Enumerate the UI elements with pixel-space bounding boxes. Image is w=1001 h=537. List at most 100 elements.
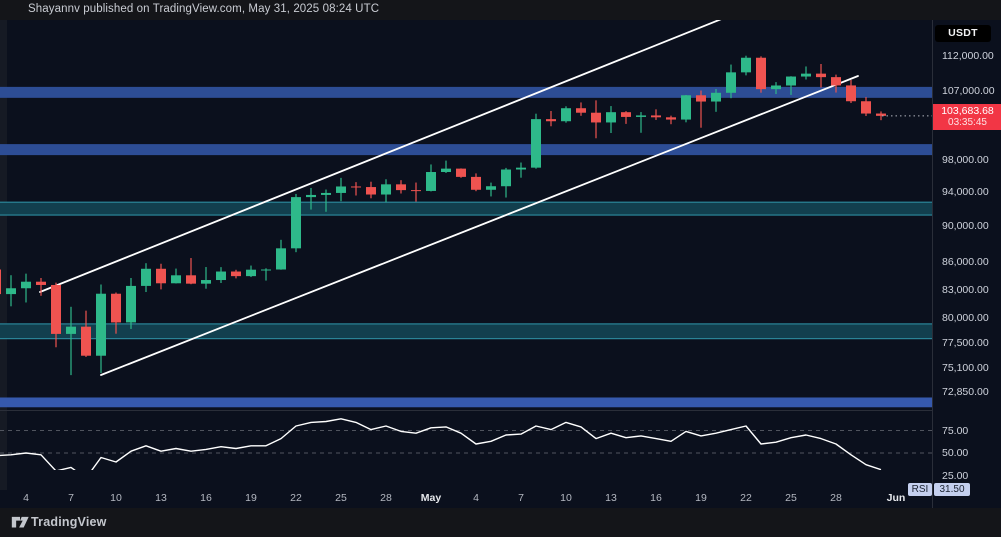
rsi-pane [0, 418, 932, 470]
time-tick-25: 25 [335, 492, 347, 504]
candle-apr-5 [36, 281, 46, 285]
time-tick-13: 13 [155, 492, 167, 504]
rsi-label: RSI [908, 483, 932, 497]
time-tick-7: 7 [68, 492, 74, 504]
chart-region[interactable]: USDT 103,683.68 03:35:45 112,000.00 107,0… [0, 20, 1001, 508]
candle-apr-26 [351, 186, 361, 188]
time-tick-22: 22 [290, 492, 302, 504]
candle-apr-12 [141, 268, 151, 286]
candle-may-4 [471, 176, 481, 190]
price-tick-112000: 112,000.00 [942, 49, 994, 62]
candle-may-6 [501, 169, 511, 187]
candle-may-1 [426, 172, 436, 191]
candle-apr-4 [21, 281, 31, 289]
candle-may-31 [876, 113, 886, 116]
candle-apr-17 [216, 271, 226, 281]
candle-may-15 [636, 115, 646, 117]
candle-may-13 [606, 112, 616, 123]
price-tick-94000: 94,000.00 [942, 186, 989, 199]
candle-apr-13 [156, 268, 166, 284]
rsi-tick-75: 75.00 [942, 424, 969, 437]
tradingview-brand-link[interactable]: TradingView [31, 515, 107, 529]
candle-apr-21 [276, 248, 286, 270]
candle-may-10 [561, 108, 571, 122]
candle-apr-23 [306, 194, 316, 198]
candle-may-17 [666, 117, 676, 120]
rsi-value: 31.50 [934, 483, 970, 497]
price-tick-83000: 83,000.00 [942, 283, 989, 296]
tradingview-logo-icon[interactable] [11, 515, 31, 531]
candle-may-12 [591, 112, 601, 123]
price-tick-75100: 75,100.00 [942, 361, 989, 374]
candle-may-28 [831, 77, 841, 86]
candle-may-25 [786, 76, 796, 86]
candle-may-21 [726, 72, 736, 93]
candle-apr-6 [51, 284, 61, 334]
time-tick-28: 28 [380, 492, 392, 504]
price-tick-77500: 77,500.00 [942, 337, 989, 350]
candle-apr-27 [366, 187, 376, 195]
candle-apr-29 [396, 184, 406, 191]
candle-apr-2 [0, 269, 1, 295]
candle-may-2 [441, 168, 451, 173]
last-price-label: 103,683.68 03:35:45 [933, 103, 1001, 130]
candle-may-18 [681, 95, 691, 120]
candle-may-14 [621, 112, 631, 117]
candle-may-29 [846, 85, 856, 102]
time-tick-22: 22 [740, 492, 752, 504]
time-tick-10: 10 [560, 492, 572, 504]
time-tick-16: 16 [200, 492, 212, 504]
price-tick-80000: 80,000.00 [942, 312, 989, 325]
candle-apr-7 [66, 326, 76, 334]
candle-apr-16 [201, 280, 211, 284]
price-tick-107000: 107,000.00 [942, 85, 995, 98]
time-tick-25: 25 [785, 492, 797, 504]
candle-may-23 [756, 57, 766, 90]
bar-countdown: 03:35:45 [948, 116, 987, 128]
candle-may-20 [711, 92, 721, 102]
candle-apr-10 [111, 293, 121, 323]
price-tick-98000: 98,000.00 [942, 153, 989, 166]
candle-may-16 [651, 115, 661, 118]
publish-header: Shayannv published on TradingView.com, M… [0, 0, 1001, 20]
time-tick-28: 28 [830, 492, 842, 504]
price-tick-90000: 90,000.00 [942, 220, 989, 233]
rsi-line [0, 418, 882, 470]
candle-apr-3 [6, 288, 16, 295]
last-price-value: 103,683.68 [941, 104, 994, 117]
price-axis[interactable]: USDT 103,683.68 03:35:45 112,000.00 107,0… [932, 20, 1001, 508]
candle-apr-22 [291, 197, 301, 249]
tradingview-published-chart: { "header": { "title": "Shayannv publish… [0, 0, 1001, 537]
sr-zone-teal [0, 201, 932, 216]
time-axis[interactable]: 4 7 10 13 16 19 22 25 28 May 4 7 10 13 16 19 22 25 28 Jun [0, 490, 932, 508]
candle-may-22 [741, 57, 751, 73]
time-tick-may: May [420, 492, 442, 504]
candle-may-9 [546, 119, 556, 122]
candlestick-plot[interactable] [0, 20, 932, 508]
candle-may-27 [816, 73, 826, 78]
time-tick-10: 10 [110, 492, 122, 504]
candle-may-30 [861, 101, 871, 114]
candle-apr-25 [336, 186, 346, 193]
candle-may-19 [696, 95, 706, 102]
candle-may-5 [486, 186, 496, 190]
rsi-tick-25: 25.00 [942, 469, 969, 482]
rsi-value-badge: RSI 31.50 [908, 483, 970, 497]
channel-upper-line[interactable] [39, 20, 734, 293]
candle-apr-20 [261, 269, 271, 271]
candle-may-26 [801, 73, 811, 77]
candle-may-7 [516, 167, 526, 170]
time-tick-4: 4 [473, 492, 479, 504]
rsi-tick-50: 50.00 [942, 447, 969, 459]
time-tick-19: 19 [245, 492, 257, 504]
candle-apr-15 [186, 275, 196, 284]
currency-toggle-usdt[interactable]: USDT [935, 25, 991, 42]
footer-bar: TradingView [0, 508, 1001, 537]
price-tick-86000: 86,000.00 [942, 255, 989, 268]
candle-apr-19 [246, 269, 256, 277]
time-tick-7: 7 [518, 492, 524, 504]
sr-zone-blue-bright [0, 397, 932, 408]
candle-may-8 [531, 119, 541, 168]
sr-zone-teal [0, 323, 932, 340]
time-tick-jun: Jun [886, 492, 906, 504]
